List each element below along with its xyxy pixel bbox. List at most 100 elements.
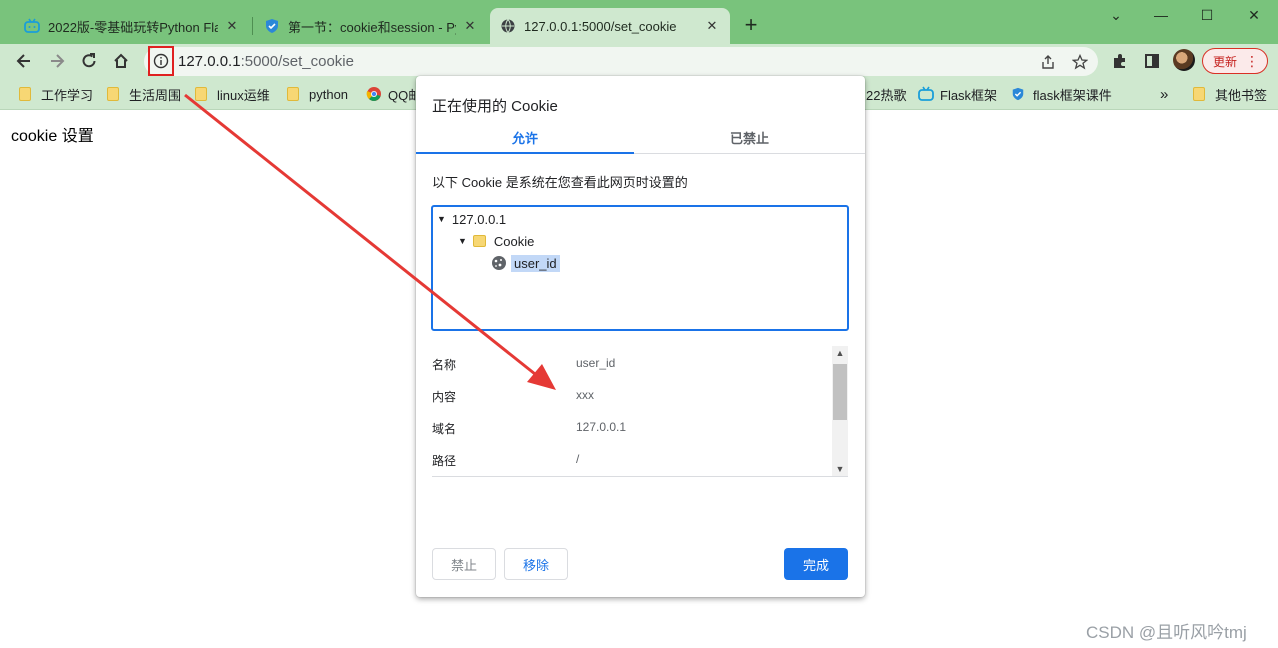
scroll-down-icon[interactable]: ▼: [832, 462, 848, 476]
tree-host-node[interactable]: ▼ 127.0.0.1: [437, 209, 506, 229]
maximize-icon[interactable]: ☐: [1192, 4, 1222, 26]
info-icon[interactable]: [148, 46, 174, 76]
bookmark-link[interactable]: QQ邮: [366, 85, 421, 103]
address-bar[interactable]: 127.0.0.1:5000/set_cookie: [144, 46, 1098, 76]
tab-title: 2022版-零基础玩转Python Flask: [48, 19, 218, 35]
folder-icon: [195, 87, 207, 101]
update-button[interactable]: 更新 ⋮: [1202, 48, 1268, 74]
scroll-thumb[interactable]: [833, 364, 847, 420]
detail-row-content: 内容 xxx: [432, 388, 832, 408]
url-text[interactable]: 127.0.0.1:5000/set_cookie: [178, 53, 354, 70]
close-icon[interactable]: ✕: [462, 18, 478, 34]
page-body-text: cookie 设置: [11, 128, 94, 145]
detail-row-domain: 域名 127.0.0.1: [432, 420, 832, 440]
tab-strip: 2022版-零基础玩转Python Flask ✕ 第一节：cookie和ses…: [0, 0, 1278, 44]
tab-separator: [252, 17, 253, 35]
bookmark-label: 工作学习: [41, 87, 94, 103]
chevron-icon: »: [1160, 85, 1169, 103]
block-button[interactable]: 禁止: [432, 548, 496, 580]
url-path: :5000/set_cookie: [240, 53, 354, 70]
bookmark-label: flask框架课件: [1033, 87, 1112, 103]
tab-title: 第一节：cookie和session - Pyth: [288, 19, 456, 35]
detail-value: /: [576, 452, 580, 466]
bookmark-link[interactable]: flask框架课件: [1011, 85, 1112, 103]
more-menu-icon[interactable]: ⋮: [1245, 53, 1259, 70]
done-button[interactable]: 完成: [784, 548, 848, 580]
bookmark-label: linux运维: [217, 87, 270, 103]
cookie-details: 名称 user_id 内容 xxx 域名 127.0.0.1 路径 /: [432, 346, 848, 476]
bilibili-icon: [24, 18, 40, 34]
cookies-dialog: 正在使用的 Cookie 允许 已禁止 以下 Cookie 是系统在您查看此网页…: [416, 76, 865, 597]
bookmark-label: 22热歌: [866, 87, 907, 103]
watermark: CSDN @且听风吟tmj: [1086, 623, 1247, 642]
expand-triangle-icon[interactable]: ▼: [437, 214, 446, 224]
cookie-icon: [491, 255, 507, 271]
folder-icon: [19, 87, 31, 101]
details-scrollbar[interactable]: ▲ ▼: [832, 346, 848, 476]
folder-icon: [472, 235, 486, 247]
avatar[interactable]: [1173, 49, 1195, 71]
bookmark-folder[interactable]: 其他书签: [1193, 85, 1267, 103]
bookmark-label: python: [309, 86, 349, 102]
folder-icon: [107, 87, 119, 101]
tab-allowed[interactable]: 允许: [416, 128, 634, 154]
share-icon[interactable]: [1038, 52, 1058, 72]
new-tab-button[interactable]: +: [740, 14, 762, 36]
detail-row-path: 路径 /: [432, 452, 832, 472]
detail-value: xxx: [576, 388, 594, 402]
dialog-title: 正在使用的 Cookie: [432, 98, 558, 115]
tree-cookie-label: user_id: [511, 254, 560, 272]
detail-row-name: 名称 user_id: [432, 356, 832, 376]
detail-key: 名称: [432, 358, 457, 372]
chevron-down-icon[interactable]: ⌄: [1101, 4, 1131, 26]
shield-icon: [1011, 86, 1025, 102]
bookmark-label: Flask框架: [940, 87, 998, 103]
close-icon[interactable]: ✕: [704, 18, 720, 34]
bookmark-folder[interactable]: 工作学习: [19, 85, 93, 103]
detail-key: 内容: [432, 390, 457, 404]
folder-icon: [1193, 87, 1205, 101]
more-bookmarks-chevron[interactable]: »: [1160, 85, 1168, 103]
bookmark-folder[interactable]: 生活周围: [107, 85, 181, 103]
tree-host-label: 127.0.0.1: [451, 211, 507, 227]
detail-key: 域名: [432, 422, 457, 436]
folder-icon: [287, 87, 299, 101]
bookmark-folder[interactable]: python: [287, 85, 348, 103]
tab-indicator: [416, 152, 634, 154]
window-close-icon[interactable]: ✕: [1239, 4, 1269, 26]
forward-icon[interactable]: [45, 49, 69, 73]
star-icon[interactable]: [1070, 52, 1090, 72]
shield-icon: [264, 18, 280, 34]
remove-button[interactable]: 移除: [504, 548, 568, 580]
tree-cookie-node[interactable]: user_id: [491, 253, 560, 273]
detail-value: user_id: [576, 356, 616, 370]
close-icon[interactable]: ✕: [224, 18, 240, 34]
back-icon[interactable]: [12, 49, 36, 73]
update-label: 更新: [1213, 54, 1238, 69]
bookmark-label: 其他书签: [1215, 87, 1268, 103]
tree-folder-node[interactable]: ▼ Cookie: [458, 231, 534, 251]
bookmark-link[interactable]: Flask框架: [918, 85, 997, 103]
dialog-description: 以下 Cookie 是系统在您查看此网页时设置的: [432, 175, 688, 190]
bookmark-folder[interactable]: linux运维: [195, 85, 270, 103]
bookmark-label: 生活周围: [129, 87, 182, 103]
tab-title: 127.0.0.1:5000/set_cookie: [524, 18, 677, 34]
detail-key: 路径: [432, 454, 457, 468]
scroll-up-icon[interactable]: ▲: [832, 346, 848, 360]
reload-icon[interactable]: [77, 49, 101, 73]
url-host: 127.0.0.1: [178, 53, 241, 70]
bilibili-icon: [918, 86, 934, 102]
tab-blocked[interactable]: 已禁止: [634, 128, 865, 154]
home-icon[interactable]: [109, 49, 133, 73]
tab-cookie-session[interactable]: 第一节：cookie和session - Pyth ✕: [254, 8, 488, 44]
tab-flask-course[interactable]: 2022版-零基础玩转Python Flask ✕: [14, 8, 250, 44]
bookmark-link[interactable]: 22热歌: [866, 85, 906, 103]
tab-set-cookie[interactable]: 127.0.0.1:5000/set_cookie ✕: [490, 8, 730, 44]
chrome-icon: [366, 86, 381, 102]
cookie-tree[interactable]: ▼ 127.0.0.1 ▼ Cookie user_id: [431, 205, 849, 331]
minimize-icon[interactable]: —: [1146, 4, 1176, 26]
expand-triangle-icon[interactable]: ▼: [458, 236, 467, 246]
detail-value: 127.0.0.1: [576, 420, 627, 434]
extensions-icon[interactable]: [1108, 49, 1132, 73]
side-panel-icon[interactable]: [1140, 49, 1164, 73]
